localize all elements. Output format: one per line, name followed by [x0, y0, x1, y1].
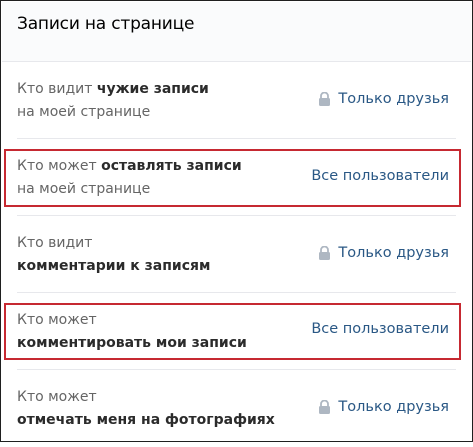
setting-value-dropdown[interactable]: Только друзья	[318, 399, 449, 415]
setting-row-who-can-tag-photos: Кто может отмечать меня на фотографиях Т…	[2, 371, 471, 447]
row-divider	[17, 215, 456, 216]
setting-label: Кто видит чужие записи на моей странице	[17, 81, 209, 120]
lock-icon	[319, 400, 331, 414]
setting-row-who-sees-comments: Кто видит комментарии к записям Только д…	[2, 217, 471, 293]
setting-label: Кто может отмечать меня на фотографиях	[17, 389, 275, 428]
setting-label: Кто может комментировать мои записи	[17, 312, 247, 351]
setting-value-dropdown[interactable]: Только друзья	[318, 91, 449, 107]
setting-label: Кто видит комментарии к записям	[17, 235, 211, 274]
section-header: Записи на странице	[2, 2, 471, 62]
lock-icon	[319, 92, 331, 106]
section-title: Записи на странице	[17, 14, 195, 34]
row-divider	[17, 292, 456, 293]
lock-icon	[319, 246, 331, 260]
privacy-settings-panel: Записи на странице Кто видит чужие запис…	[0, 0, 473, 442]
setting-row-who-can-comment: Кто может комментировать мои записи Все …	[2, 294, 471, 370]
setting-value-dropdown[interactable]: Только друзья	[318, 245, 449, 261]
setting-value-dropdown[interactable]: Все пользователи	[311, 321, 449, 337]
row-divider	[17, 369, 456, 370]
setting-label: Кто может оставлять записи на моей стран…	[17, 158, 242, 197]
setting-row-who-can-post: Кто может оставлять записи на моей стран…	[2, 140, 471, 216]
setting-row-who-sees-others-posts: Кто видит чужие записи на моей странице …	[2, 63, 471, 139]
row-divider	[17, 138, 456, 139]
setting-value-dropdown[interactable]: Все пользователи	[311, 168, 449, 184]
